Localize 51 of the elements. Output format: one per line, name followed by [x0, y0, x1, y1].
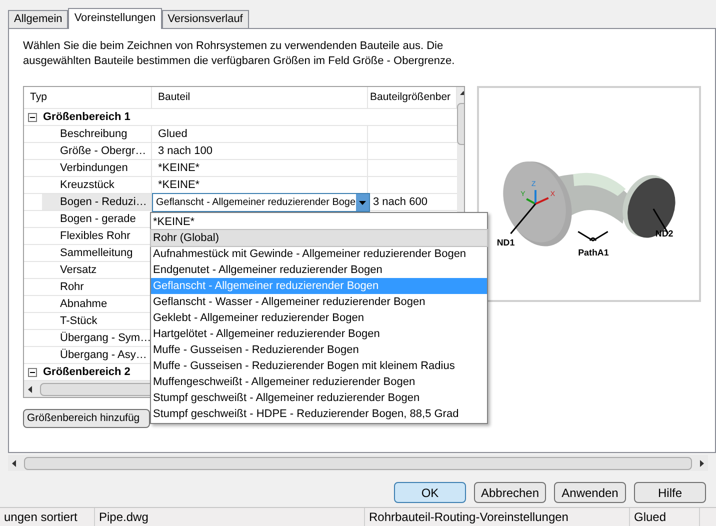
status-text: Glued [630, 508, 700, 526]
dialog-button[interactable]: OK [394, 482, 466, 503]
dropdown-option[interactable]: Muffe - Gusseisen - Reduzierender Bogen mit kleinem Radius [151, 358, 487, 374]
collapse-icon[interactable] [28, 112, 37, 122]
property-value: *KEINE* [157, 179, 200, 191]
dialog-button[interactable]: Abbrechen [474, 482, 546, 503]
tab[interactable]: Versionsverlauf [162, 10, 249, 28]
dropdown-option[interactable]: Aufnahmestück mit Gewinde - Allgemeiner reduzierender Bogen [151, 246, 487, 262]
group-title: Größenbereich 1 [43, 110, 130, 125]
property-value: 3 nach 100 [157, 145, 212, 157]
property-value: *KEINE* [157, 162, 200, 174]
part-combo-box[interactable]: Geflanscht - Allgemeiner reduzierender Boge [152, 193, 370, 212]
dropdown-option[interactable]: Stumpf geschweißt - HDPE - Reduzierender Bogen, 88,5 Grad [151, 406, 487, 422]
property-value: Glued [157, 128, 188, 140]
instructions-text: Wählen Sie die beim Zeichnen von Rohrsystemen zu verwendenden Bauteile aus. Die ausgewählten Bauteile bestimmen die verfügbaren Größen im Feld Größe - Obergrenze. [23, 39, 456, 69]
column-header[interactable]: Bauteilgrößenber [370, 90, 451, 106]
dropdown-option[interactable]: Stumpf geschweißt - Allgemeiner reduzierender Bogen [151, 390, 487, 406]
leader-line [510, 203, 536, 234]
scroll-thumb[interactable] [24, 456, 692, 470]
node-label: ND1 [496, 238, 515, 248]
column-header[interactable]: Bauteil [158, 90, 190, 106]
dialog-button[interactable]: Anwenden [554, 482, 626, 503]
scroll-left-arrow-icon[interactable] [12, 460, 16, 466]
dropdown-option[interactable]: *KEINE* [151, 214, 487, 230]
group-title: Größenbereich 2 [43, 364, 130, 380]
combo-value: Geflanscht - Allgemeiner reduzierender Boge [156, 196, 356, 210]
column-header[interactable]: Typ [30, 90, 47, 106]
status-text: Pipe.dwg [95, 508, 365, 526]
dialog-button[interactable]: Hilfe [634, 482, 706, 503]
tab[interactable]: Voreinstellungen [68, 8, 162, 29]
dropdown-option[interactable]: Muffengeschweißt - Allgemeiner reduzierender Bogen [151, 374, 487, 390]
scroll-left-arrow-icon[interactable] [28, 386, 32, 392]
collapse-icon[interactable] [28, 368, 37, 376]
property-name[interactable]: Bogen - Reduzi… [42, 194, 152, 210]
dropdown-option[interactable]: Geklebt - Allgemeiner reduzierender Bogen [151, 310, 487, 326]
status-text: ungen sortiert [0, 508, 95, 526]
node-label: PathA1 [578, 247, 609, 258]
add-size-range-button[interactable]: Größenbereich hinzufüg [23, 409, 150, 428]
axis-triad-icon [526, 190, 549, 205]
horizontal-scrollbar[interactable] [8, 455, 708, 471]
node-label: ND2 [655, 228, 674, 239]
dropdown-option[interactable]: Hartgelötet - Allgemeiner reduzierender Bogen [151, 326, 487, 342]
status-text: Rohrbauteil-Routing-Voreinstellungen [365, 508, 630, 526]
tab[interactable]: Allgemein [8, 10, 68, 28]
path-marker-icon [577, 230, 609, 242]
scroll-right-arrow-icon[interactable] [700, 460, 704, 466]
dropdown-option[interactable]: Rohr (Global) [151, 230, 487, 246]
dropdown-option[interactable]: Geflanscht - Wasser - Allgemeiner reduzierender Bogen [151, 294, 487, 310]
dropdown-option[interactable]: Muffe - Gusseisen - Reduzierender Bogen [151, 342, 487, 358]
size-range-value: 3 nach 600 [372, 196, 428, 208]
dropdown-option[interactable]: Endgenutet - Allgemeiner reduzierender Bogen [151, 262, 487, 278]
